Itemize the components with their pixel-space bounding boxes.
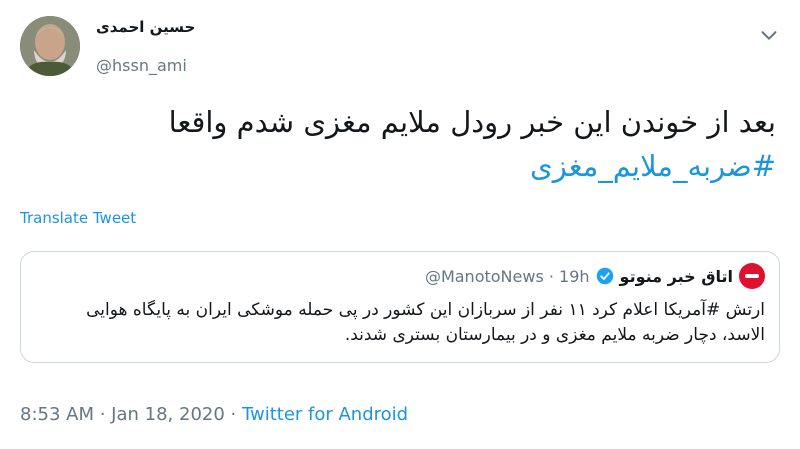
avatar[interactable] — [20, 16, 80, 76]
tweet-date[interactable]: Jan 18, 2020 — [111, 404, 225, 425]
quoted-handle-time: @ManotoNews · 19h — [424, 266, 590, 286]
author-handle[interactable]: @hssn_ami — [96, 56, 187, 75]
quoted-tweet-text: ارتش #آمریکا اعلام کرد ۱۱ نفر از سربازان… — [86, 300, 765, 345]
tweet-time[interactable]: 8:53 AM — [20, 404, 94, 425]
chevron-down-icon[interactable] — [758, 24, 780, 46]
tweet-body: بعد از خوندن این خبر رودل ملایم مغزی شدم… — [16, 100, 776, 188]
tweet-hashtag-link[interactable]: #ضربه_ملایم_مغزی — [530, 149, 776, 183]
avatar-image — [20, 16, 80, 76]
manoto-logo-icon — [739, 263, 765, 289]
tweet-text: بعد از خوندن این خبر رودل ملایم مغزی شدم… — [168, 105, 776, 139]
verified-badge-icon — [596, 267, 613, 285]
separator-dot: · — [224, 404, 242, 425]
manoto-logo-mark — [745, 274, 759, 278]
translate-tweet-link[interactable]: Translate Tweet — [20, 209, 136, 227]
tweet-source-link[interactable]: Twitter for Android — [242, 404, 408, 425]
separator-dot: · — [94, 404, 112, 425]
tweet-metadata: 8:53 AM · Jan 18, 2020 · Twitter for And… — [20, 404, 408, 425]
quoted-tweet-header: اتاق خبر منوتو @ManotoNews · 19h — [424, 263, 765, 289]
author-block: حسین احمدی — [96, 18, 195, 36]
tweet-card: حسین احمدی @hssn_ami بعد از خوندن این خب… — [0, 0, 800, 449]
quoted-author-name: اتاق خبر منوتو — [619, 266, 733, 286]
author-display-name[interactable]: حسین احمدی — [96, 18, 195, 36]
quoted-tweet[interactable]: اتاق خبر منوتو @ManotoNews · 19h ارتش #آ… — [20, 251, 780, 363]
